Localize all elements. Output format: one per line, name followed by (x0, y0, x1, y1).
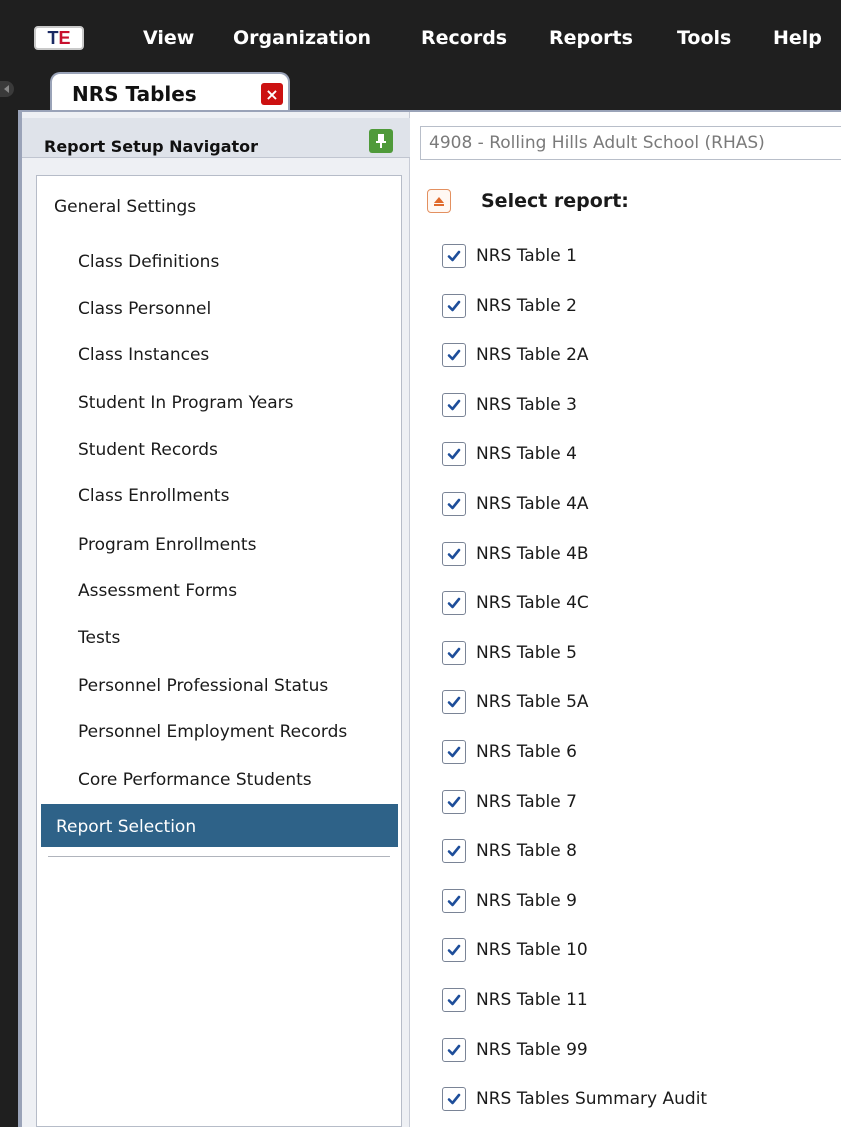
checkbox-checked-icon[interactable] (442, 244, 466, 268)
checkbox-checked-icon[interactable] (442, 294, 466, 318)
tab-nrs-tables[interactable]: NRS Tables × (50, 72, 290, 112)
nav-item-personnel-professional-status[interactable]: Personnel Professional Status (78, 676, 328, 696)
checkbox-checked-icon[interactable] (442, 938, 466, 962)
nav-item-general-settings[interactable]: General Settings (54, 197, 196, 217)
nav-item-student-records[interactable]: Student Records (78, 440, 218, 460)
navigator-divider (48, 856, 390, 857)
report-checkbox-row[interactable]: NRS Table 9 (442, 888, 577, 914)
nav-item-program-enrollments[interactable]: Program Enrollments (78, 535, 256, 555)
report-checkbox-label: NRS Table 2 (476, 296, 577, 316)
report-checkbox-row[interactable]: NRS Table 2A (442, 342, 589, 368)
report-checkbox-row[interactable]: NRS Table 5 (442, 640, 577, 666)
report-checkbox-label: NRS Table 1 (476, 246, 577, 266)
checkbox-checked-icon[interactable] (442, 740, 466, 764)
checkbox-checked-icon[interactable] (442, 393, 466, 417)
menu-bar: TE View Organization Records Reports Too… (0, 0, 841, 66)
tab-label: NRS Tables (72, 82, 197, 106)
navigator-title: Report Setup Navigator (44, 137, 259, 156)
logo-letter-e: E (58, 27, 71, 48)
report-checkbox-label: NRS Table 7 (476, 792, 577, 812)
checkbox-checked-icon[interactable] (442, 690, 466, 714)
pin-icon[interactable] (369, 129, 393, 153)
menu-tools[interactable]: Tools (677, 27, 731, 49)
report-checkbox-row[interactable]: NRS Table 11 (442, 987, 588, 1013)
menu-reports[interactable]: Reports (549, 27, 633, 49)
report-checkbox-row[interactable]: NRS Table 2 (442, 293, 577, 319)
report-checkbox-row[interactable]: NRS Table 7 (442, 789, 577, 815)
select-report-title: Select report: (481, 190, 629, 212)
report-checkbox-row[interactable]: NRS Table 3 (442, 392, 577, 418)
report-checkbox-label: NRS Table 3 (476, 395, 577, 415)
nav-item-personnel-employment-records[interactable]: Personnel Employment Records (78, 722, 347, 742)
report-checkbox-label: NRS Tables Summary Audit (476, 1089, 708, 1109)
report-checkbox-row[interactable]: NRS Table 6 (442, 739, 577, 765)
menu-help[interactable]: Help (773, 27, 822, 49)
checkbox-checked-icon[interactable] (442, 1087, 466, 1111)
report-checkbox-row[interactable]: NRS Table 1 (442, 243, 577, 269)
collapse-up-icon[interactable] (427, 189, 451, 213)
report-checkbox-label: NRS Table 4C (476, 593, 589, 613)
nav-item-class-personnel[interactable]: Class Personnel (78, 299, 211, 319)
checkbox-checked-icon[interactable] (442, 492, 466, 516)
checkbox-checked-icon[interactable] (442, 839, 466, 863)
nav-item-assessment-forms[interactable]: Assessment Forms (78, 581, 237, 601)
checkbox-checked-icon[interactable] (442, 790, 466, 814)
report-checkbox-label: NRS Table 4 (476, 444, 577, 464)
checkbox-checked-icon[interactable] (442, 542, 466, 566)
report-checkbox-label: NRS Table 99 (476, 1040, 588, 1060)
organization-field[interactable]: 4908 - Rolling Hills Adult School (RHAS) (420, 126, 841, 160)
te-logo[interactable]: TE (34, 26, 84, 50)
nav-item-class-definitions[interactable]: Class Definitions (78, 252, 219, 272)
nav-item-class-instances[interactable]: Class Instances (78, 345, 209, 365)
tab-close-icon[interactable]: × (261, 83, 283, 105)
checkbox-checked-icon[interactable] (442, 343, 466, 367)
report-checkbox-row[interactable]: NRS Table 99 (442, 1037, 588, 1063)
checkbox-checked-icon[interactable] (442, 988, 466, 1012)
menu-records[interactable]: Records (421, 27, 507, 49)
report-checkbox-row[interactable]: NRS Table 4 (442, 441, 577, 467)
report-checkbox-label: NRS Table 9 (476, 891, 577, 911)
report-checkbox-label: NRS Table 10 (476, 940, 588, 960)
report-checkbox-label: NRS Table 4A (476, 494, 589, 514)
logo-letter-t: T (47, 27, 59, 48)
nav-item-student-in-program-years[interactable]: Student In Program Years (78, 393, 294, 413)
report-checkbox-label: NRS Table 11 (476, 990, 588, 1010)
nav-item-report-selection-label: Report Selection (56, 817, 197, 837)
report-checkbox-label: NRS Table 8 (476, 841, 577, 861)
menu-organization[interactable]: Organization (233, 27, 371, 49)
report-checkbox-row[interactable]: NRS Table 8 (442, 838, 577, 864)
checkbox-checked-icon[interactable] (442, 591, 466, 615)
report-checkbox-row[interactable]: NRS Table 4C (442, 590, 589, 616)
report-checkbox-label: NRS Table 4B (476, 544, 589, 564)
report-checkbox-label: NRS Table 6 (476, 742, 577, 762)
report-checkbox-label: NRS Table 5A (476, 692, 589, 712)
report-checkbox-row[interactable]: NRS Tables Summary Audit (442, 1086, 707, 1112)
nav-item-core-performance-students[interactable]: Core Performance Students (78, 770, 312, 790)
checkbox-checked-icon[interactable] (442, 889, 466, 913)
report-checkbox-row[interactable]: NRS Table 4A (442, 491, 589, 517)
checkbox-checked-icon[interactable] (442, 442, 466, 466)
report-checkbox-label: NRS Table 2A (476, 345, 589, 365)
nav-item-class-enrollments[interactable]: Class Enrollments (78, 486, 229, 506)
report-checkbox-row[interactable]: NRS Table 5A (442, 689, 589, 715)
report-checkbox-row[interactable]: NRS Table 10 (442, 937, 588, 963)
report-checkbox-label: NRS Table 5 (476, 643, 577, 663)
report-checkbox-row[interactable]: NRS Table 4B (442, 541, 589, 567)
menu-view[interactable]: View (143, 27, 194, 49)
checkbox-checked-icon[interactable] (442, 641, 466, 665)
checkbox-checked-icon[interactable] (442, 1038, 466, 1062)
nav-item-tests[interactable]: Tests (78, 628, 120, 648)
